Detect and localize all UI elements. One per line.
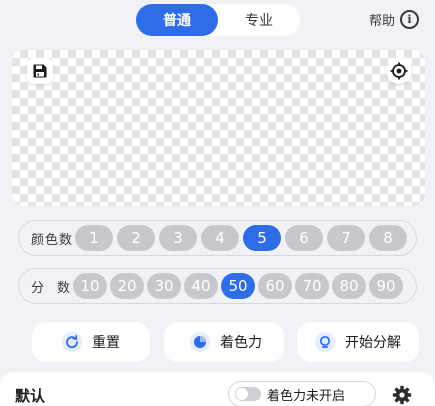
coloring-power-label: 着色力 bbox=[220, 335, 262, 351]
help-label: 帮助 bbox=[368, 13, 395, 29]
color-count-selector: 颜色数 12345678 bbox=[18, 220, 417, 256]
color-count-option-1[interactable]: 1 bbox=[75, 225, 113, 251]
color-count-option-3[interactable]: 3 bbox=[159, 225, 197, 251]
parts-option-60[interactable]: 60 bbox=[258, 273, 292, 299]
reset-label: 重置 bbox=[92, 335, 120, 351]
tab-normal[interactable]: 普通 bbox=[136, 4, 218, 36]
parts-option-10[interactable]: 10 bbox=[73, 273, 107, 299]
parts-options: 10 20 30 40 50 60 70 80 90 bbox=[73, 273, 406, 299]
info-icon: i bbox=[400, 9, 419, 29]
parts-option-50[interactable]: 50 bbox=[221, 273, 255, 299]
coloring-power-toggle[interactable]: 着色力未开启 bbox=[228, 381, 376, 406]
color-count-label: 颜色数 bbox=[31, 232, 74, 248]
preset-title: 默认 bbox=[15, 387, 46, 405]
color-count-option-4[interactable]: 4 bbox=[201, 225, 239, 251]
mode-tabs: 普通 专业 bbox=[136, 4, 300, 36]
save-button[interactable] bbox=[27, 58, 53, 84]
parts-option-20[interactable]: 20 bbox=[110, 273, 144, 299]
reset-button[interactable]: 重置 bbox=[32, 322, 150, 362]
parts-option-90[interactable]: 90 bbox=[369, 273, 403, 299]
start-decompose-button[interactable]: 开始分解 bbox=[297, 322, 419, 362]
parts-option-30[interactable]: 30 bbox=[147, 273, 181, 299]
parts-option-80[interactable]: 80 bbox=[332, 273, 366, 299]
help-button[interactable]: 帮助 i bbox=[369, 9, 419, 29]
save-icon bbox=[33, 64, 47, 78]
start-decompose-label: 开始分解 bbox=[345, 335, 401, 351]
settings-button[interactable] bbox=[391, 384, 413, 406]
color-count-option-5[interactable]: 5 bbox=[243, 225, 281, 251]
refresh-icon bbox=[62, 332, 82, 352]
image-preview-canvas[interactable] bbox=[12, 50, 425, 206]
app-root: 普通 专业 帮助 i 颜色数 1 2 3 4 5 6 7 8 分 数 10 20… bbox=[0, 0, 435, 406]
color-count-options: 12345678 bbox=[75, 225, 411, 251]
crosshair-button[interactable] bbox=[386, 58, 412, 84]
gear-icon bbox=[392, 385, 412, 405]
toggle-label: 着色力未开启 bbox=[267, 388, 346, 404]
color-count-option-6[interactable]: 6 bbox=[285, 225, 323, 251]
bulb-icon bbox=[315, 332, 335, 352]
parts-option-40[interactable]: 40 bbox=[184, 273, 218, 299]
pie-chart-icon bbox=[190, 332, 210, 352]
parts-option-70[interactable]: 70 bbox=[295, 273, 329, 299]
color-count-option-8[interactable]: 8 bbox=[369, 225, 407, 251]
coloring-power-button[interactable]: 着色力 bbox=[164, 322, 284, 362]
crosshair-icon bbox=[390, 62, 408, 80]
toggle-switch[interactable] bbox=[235, 387, 261, 401]
tab-professional[interactable]: 专业 bbox=[218, 4, 300, 36]
color-count-option-7[interactable]: 7 bbox=[327, 225, 365, 251]
parts-selector: 分 数 10 20 30 40 50 60 70 80 90 bbox=[18, 268, 417, 304]
color-count-option-2[interactable]: 2 bbox=[117, 225, 155, 251]
toggle-knob bbox=[236, 388, 248, 400]
preset-panel: 默认 着色力未开启 bbox=[0, 372, 435, 406]
parts-label: 分 数 bbox=[31, 280, 71, 296]
